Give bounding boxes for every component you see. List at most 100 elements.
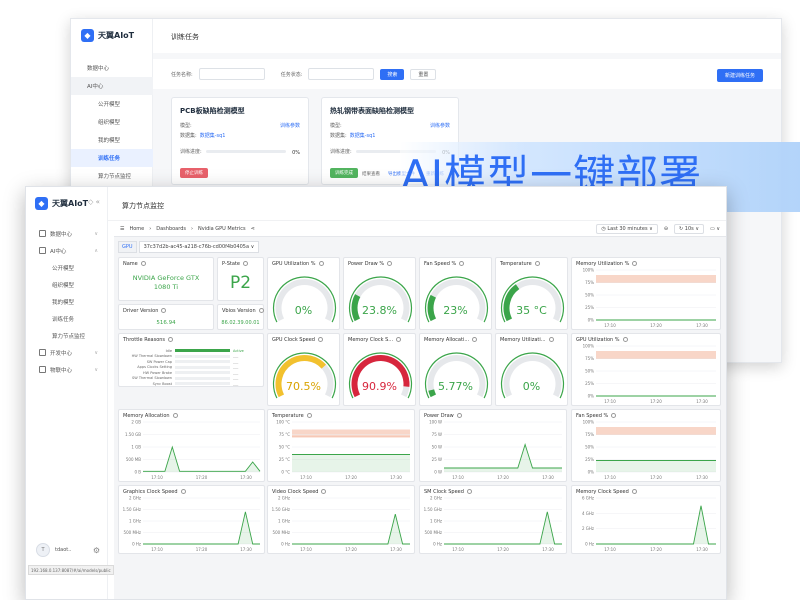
collapse-sidebar-icon[interactable]: ◇ « [88, 198, 100, 206]
tv-mode-icon[interactable]: ▭ ∨ [710, 226, 720, 232]
chevron-icon: ∨ [94, 366, 98, 373]
sidebar-item[interactable]: 组织模型 [26, 276, 108, 293]
back-sidebar-item[interactable]: AI中心 [71, 77, 153, 95]
y-tick-label: 1 GB [131, 445, 141, 450]
y-tick-label: 0 Hz [585, 542, 594, 547]
sidebar-item[interactable]: 我的模型 [26, 293, 108, 310]
chart-panel: Video Clock Speed 2 GHz 1.50 GHz 1 GHz 500 M… [267, 485, 415, 554]
sidebar-item[interactable]: AI中心 ∧ [26, 242, 108, 259]
y-tick-label: 500 MHz [124, 530, 141, 535]
y-tick-label: 25% [585, 381, 594, 386]
x-tick-label: 17:10 [300, 475, 312, 480]
new-task-button[interactable]: 新建训练任务 [716, 69, 763, 82]
sidebar-item-label: 物联中心 [50, 367, 73, 374]
y-tick-label: 0% [588, 470, 595, 475]
share-icon[interactable]: ⋖ [251, 226, 255, 232]
back-sidebar-item[interactable]: 组织模型 [71, 113, 153, 131]
sidebar-item[interactable]: 数据中心 ∨ [26, 225, 108, 242]
y-tick-label: 75% [585, 432, 594, 437]
throttle-row: SW Thermal Slowdown ___ [125, 376, 257, 381]
y-tick-label: 50% [585, 293, 594, 298]
panel-driver: Driver Version 516.94 [118, 304, 214, 330]
y-tick-label: 50 °C [279, 445, 290, 450]
throttle-bar [175, 376, 230, 380]
y-tick-label: 4 GHz [582, 511, 594, 516]
x-tick-label: 17:20 [196, 475, 208, 480]
view-result-link[interactable]: 结果查看 [362, 171, 380, 177]
train-params-link[interactable]: 训练参数 [430, 122, 450, 129]
y-tick-label: 0 Hz [433, 542, 442, 547]
zoom-out-icon[interactable]: ⊖ [664, 226, 668, 232]
progress-bar [206, 150, 286, 153]
chart-svg: 100% 75% 50% 25% 0% 17:10 17:20 17:30 [583, 344, 716, 404]
brand: ◆ 天翼AIoT [35, 197, 88, 210]
back-sidebar-item[interactable]: 我的模型 [71, 131, 153, 149]
gauge-svg [500, 276, 565, 323]
task-status-tag[interactable]: 训练完成 [330, 168, 358, 178]
chevron-icon: ∧ [94, 247, 98, 254]
sidebar-item[interactable]: 算力节点监控 [26, 327, 108, 344]
throttle-status: ___ [233, 354, 239, 358]
task-name-input[interactable] [198, 68, 265, 80]
gauge-panel: GPU Utilization % 0% [267, 257, 340, 330]
sidebar-item[interactable]: 公开模型 [26, 259, 108, 276]
y-tick-label: 100 °C [276, 420, 290, 425]
train-params-link[interactable]: 训练参数 [280, 122, 300, 129]
search-button[interactable]: 搜索 [380, 68, 405, 80]
chart-panel: Memory Utilization % 100% 75% 50% 25% 0% 17:10… [571, 257, 721, 330]
back-sidebar-item[interactable]: 训练任务 [71, 149, 153, 167]
back-sidebar-item[interactable]: 算力节点监控 [71, 167, 153, 185]
y-tick-label: 0 Hz [132, 542, 141, 547]
y-tick-label: 2 GHz [129, 496, 141, 501]
back-sidebar-item[interactable]: 数据中心 [71, 59, 153, 77]
gpu-variable[interactable]: GPU 37c37d2b-ac45-a218-c76b-cd00f4b0405a… [118, 241, 260, 253]
user-box[interactable]: T tdaot.. ⚙ [36, 539, 100, 561]
refresh-picker[interactable]: ↻ 10s ∨ [674, 223, 705, 234]
dataset-row: 数据集: 数据集-sq1 [330, 132, 450, 139]
gauge-value: 70.5% [286, 380, 321, 393]
gauge-value: 0% [522, 380, 541, 393]
chart-svg: 2 GHz 1.50 GHz 1 GHz 500 MHz 0 Hz 17:10 17:20 1… [272, 496, 410, 552]
breadcrumb-dashboard[interactable]: Nvidia GPU Metrics [198, 226, 246, 232]
breadcrumb-home[interactable]: Home [129, 226, 144, 232]
dataset-value[interactable]: 数据集-sq1 [200, 133, 226, 139]
task-card[interactable]: PCB板缺陷检测模型 模型: 训练参数 数据集: 数据集-sq1 训练进度: 0% 停止训练 [171, 97, 309, 185]
x-tick-label: 17:30 [390, 475, 402, 480]
task-status-select[interactable] [308, 68, 375, 80]
sidebar-item[interactable]: 开发中心 ∨ [26, 344, 108, 361]
gear-icon[interactable]: ⚙ [93, 546, 100, 555]
y-tick-label: 1 GHz [430, 519, 442, 524]
pstate-value: P2 [229, 273, 252, 293]
sidebar-item-label: 组织模型 [98, 120, 121, 126]
sidebar-item-label: 组织模型 [52, 282, 75, 289]
x-tick-label: 17:20 [650, 399, 662, 404]
reset-button[interactable]: 重置 [410, 68, 437, 80]
throttle-bar [175, 360, 230, 363]
sidebar-item[interactable]: 物联中心 ∨ [26, 361, 108, 378]
vbios-value: 86.02.39.00.01 [221, 320, 260, 326]
panel-title: Driver Version [123, 308, 167, 314]
menu-icon[interactable]: ☰ [120, 226, 124, 232]
time-range-picker[interactable]: ◷ Last 30 minutes ∨ [596, 223, 658, 234]
breadcrumb-dashboards[interactable]: Dashboards [156, 226, 186, 232]
back-sidebar-item[interactable]: 公开模型 [71, 95, 153, 113]
task-name-label: 任务名称: [171, 71, 193, 78]
throttle-row: Sync Boost ___ [125, 381, 257, 386]
y-tick-label: 0% [588, 318, 595, 323]
panel-title: P-State [222, 261, 248, 267]
dataset-value[interactable]: 数据集-sq1 [350, 133, 376, 139]
x-tick-label: 17:30 [696, 547, 708, 552]
task-status-tag[interactable]: 停止训练 [180, 168, 208, 178]
gauge-panel: Power Draw % 23.8% [343, 257, 416, 330]
gauge-value: 90.9% [362, 380, 397, 393]
brand-name: 天翼AIoT [52, 199, 89, 208]
gpu-variable-value[interactable]: 37c37d2b-ac45-a218-c76b-cd00f4b0405a ∨ [138, 241, 260, 253]
throttle-label: SW Thermal Slowdown [132, 376, 172, 380]
throttle-status: ___ [233, 376, 239, 380]
throttle-label: Apps Clocks Setting [137, 365, 172, 369]
dataset-label: 数据集: 数据集-sq1 [180, 132, 225, 139]
threshold-band [596, 275, 716, 283]
filter-bar: 任务名称: 任务状态: 搜索 重置 新建训练任务 [153, 59, 781, 89]
y-tick-label: 50 W [432, 445, 442, 450]
sidebar-item[interactable]: 训练任务 [26, 310, 108, 327]
